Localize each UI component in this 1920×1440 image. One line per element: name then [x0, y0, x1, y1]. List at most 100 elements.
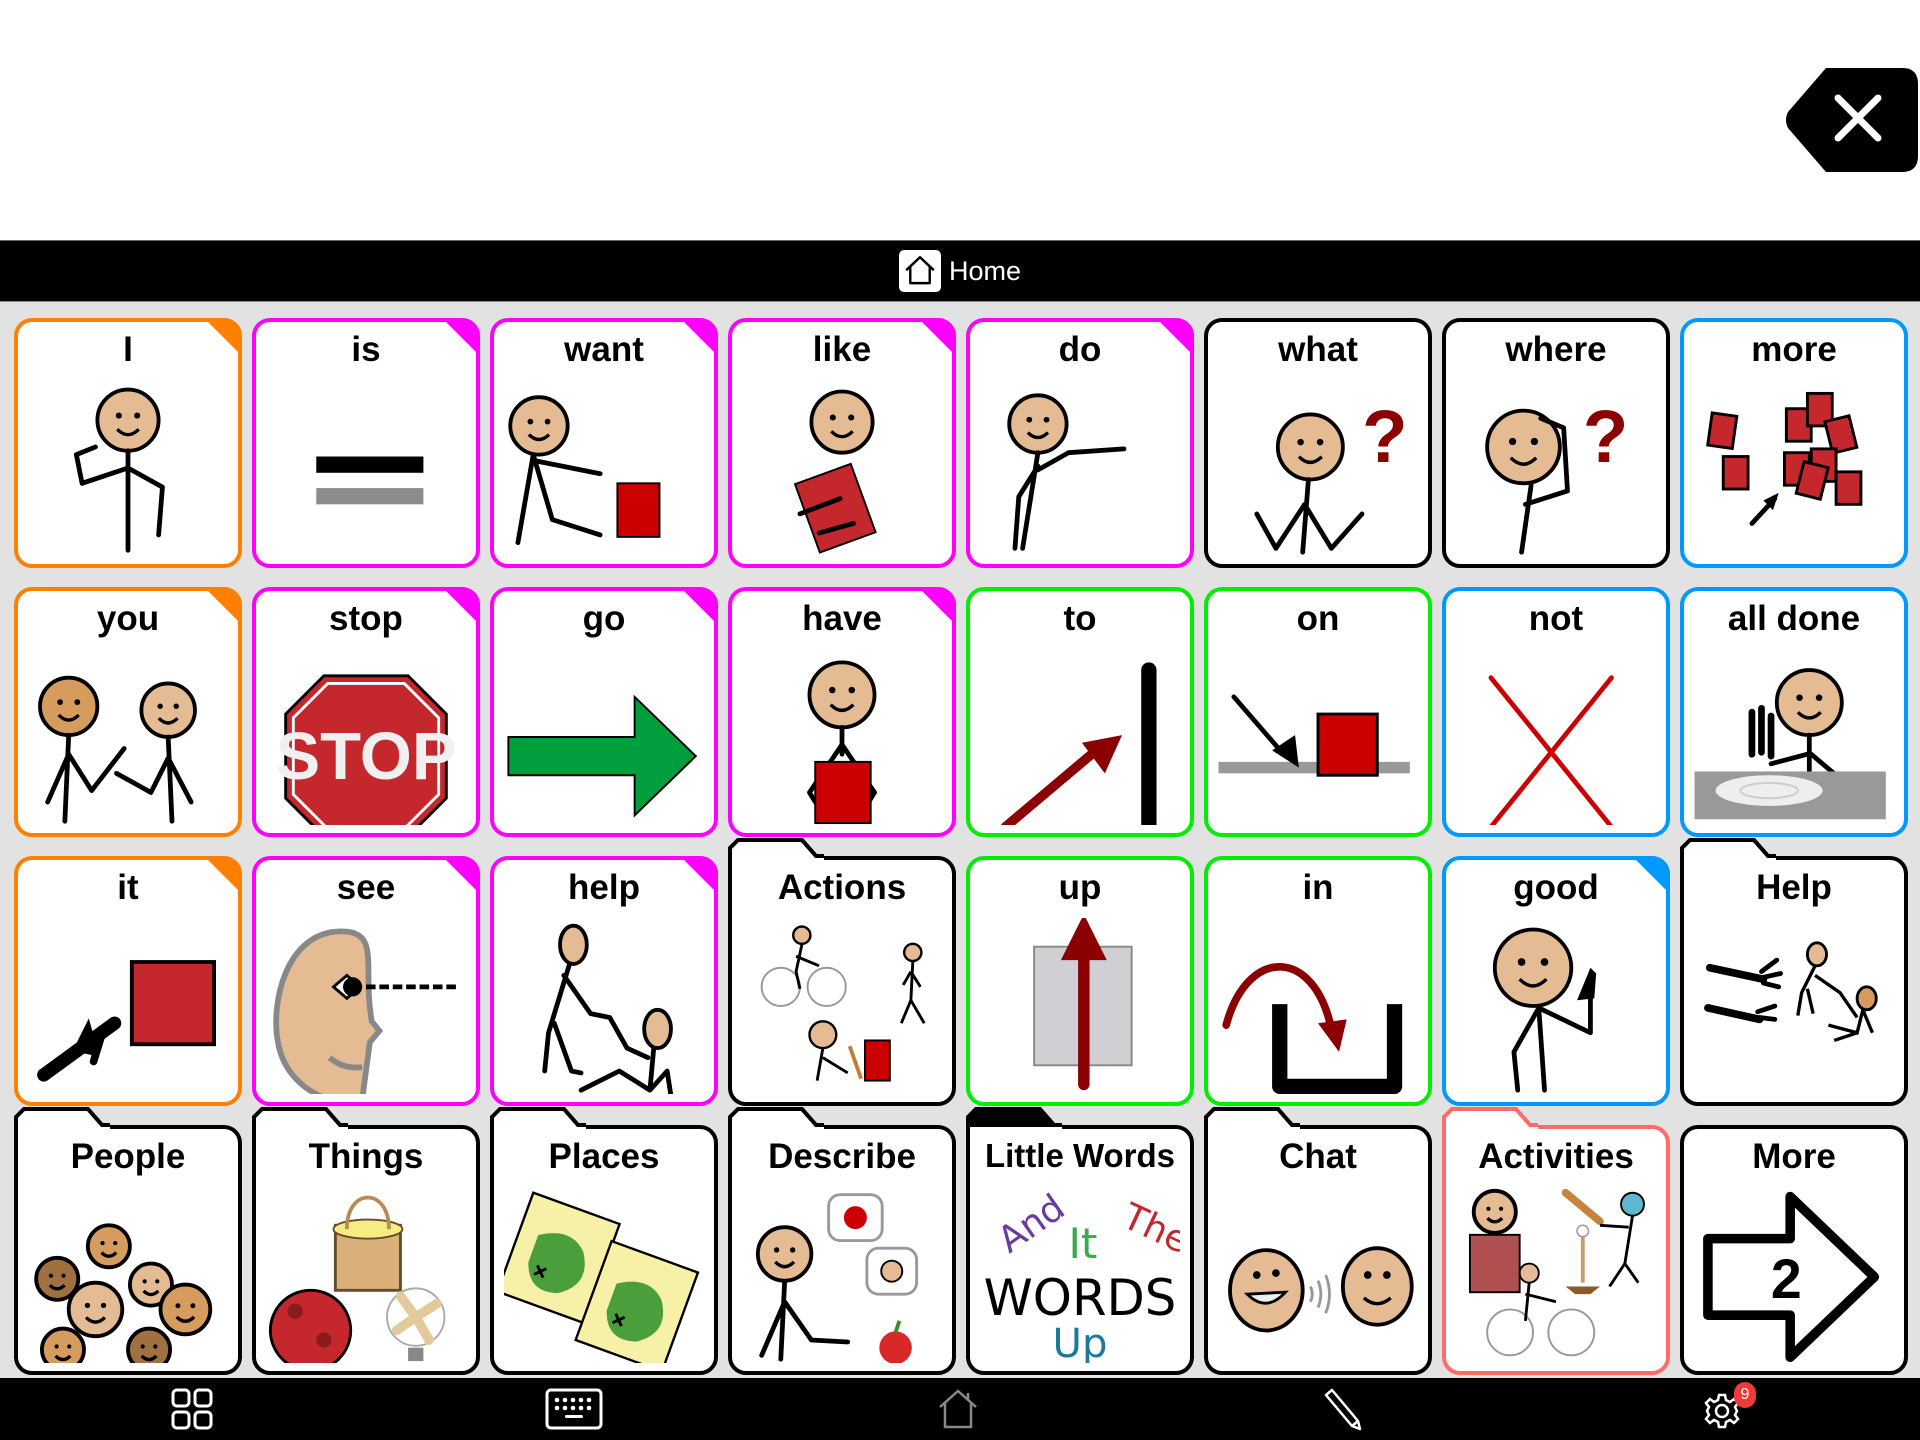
folder-tab — [14, 1107, 110, 1133]
symbol-button-all-done[interactable]: all done — [1680, 587, 1908, 837]
person-shrugging-question-icon: ? — [1218, 380, 1418, 556]
symbol-button-is[interactable]: is — [252, 318, 480, 568]
person-searching-question-icon: ? — [1456, 380, 1656, 556]
symbol-label: People — [70, 1137, 186, 1176]
symbol-label: not — [1528, 599, 1584, 638]
svg-text:STOP: STOP — [275, 719, 456, 794]
person-reaching-box-icon — [504, 380, 704, 556]
symbol-button-want[interactable]: want — [490, 318, 718, 568]
settings-button[interactable]: 9 — [1692, 1382, 1756, 1432]
little-words-icon: And It The WORDS Up — [980, 1185, 1196, 1367]
backspace-clear-icon — [1786, 68, 1918, 172]
clear-message-button[interactable] — [1786, 68, 1918, 172]
symbol-label: more — [1751, 330, 1837, 369]
symbol-label: like — [812, 330, 872, 369]
svg-text:?: ? — [1583, 394, 1629, 478]
symbol-label: is — [351, 330, 381, 369]
symbol-button-good[interactable]: good — [1442, 856, 1670, 1106]
symbol-label: in — [1302, 868, 1334, 907]
symbol-button-help[interactable]: help — [490, 856, 718, 1106]
symbol-button-stop[interactable]: stop STOP — [252, 587, 480, 838]
symbol-button-do[interactable]: do — [966, 318, 1194, 568]
symbol-button-go[interactable]: go — [490, 587, 718, 837]
symbol-label: on — [1296, 599, 1340, 638]
symbol-button-have[interactable]: have — [728, 587, 956, 837]
symbol-button-help[interactable]: Help — [1680, 838, 1908, 1106]
symbol-label: good — [1513, 868, 1599, 907]
person-helping-person-icon — [504, 918, 704, 1099]
folder-tab — [490, 1107, 586, 1133]
symbol-button-more[interactable]: More 2 — [1680, 1125, 1908, 1375]
symbol-label: do — [1058, 330, 1102, 369]
arrow-to-line-icon — [980, 649, 1180, 835]
symbol-button-where[interactable]: where? — [1442, 318, 1670, 568]
symbol-button-see[interactable]: see — [252, 856, 480, 1106]
symbol-label: Activities — [1478, 1137, 1634, 1176]
symbol-label: More — [1752, 1137, 1836, 1176]
symbol-button-actions[interactable]: Actions — [728, 838, 956, 1106]
symbol-label: you — [96, 599, 160, 638]
symbol-label: up — [1058, 868, 1102, 907]
symbol-button-more[interactable]: more — [1680, 318, 1908, 568]
notification-badge: 9 — [1734, 1382, 1756, 1408]
person-finished-plate-icon — [1694, 649, 1894, 825]
keyboard-button[interactable] — [544, 1386, 604, 1432]
word-words: WORDS — [984, 1269, 1177, 1327]
apps-grid-button[interactable] — [162, 1386, 222, 1432]
symbol-button-activities[interactable]: Activities — [1442, 1107, 1670, 1375]
pencil-icon — [1324, 1388, 1362, 1431]
symbol-button-you[interactable]: you — [14, 587, 242, 837]
symbol-button-not[interactable]: not — [1442, 587, 1670, 837]
symbol-button-what[interactable]: what? — [1204, 318, 1432, 568]
symbol-label: want — [564, 330, 644, 369]
symbol-button-to[interactable]: to — [966, 587, 1194, 837]
folder-tab — [252, 1107, 348, 1133]
symbol-label: Describe — [768, 1137, 916, 1176]
word-and: And — [990, 1187, 1073, 1261]
green-arrow-right-icon — [504, 649, 704, 825]
home-breadcrumb[interactable]: Home — [898, 250, 1022, 292]
symbol-button-it[interactable]: it — [14, 856, 242, 1106]
symbol-label: stop — [329, 599, 403, 638]
symbol-button-up[interactable]: up — [966, 856, 1194, 1106]
symbol-label: Chat — [1279, 1137, 1357, 1176]
grid-icon — [171, 1388, 213, 1430]
symbol-button-little-words[interactable]: Little Words And It The WORDS Up — [966, 1107, 1196, 1375]
symbol-button-in[interactable]: in — [1204, 856, 1432, 1106]
symbol-button-places[interactable]: Places — [490, 1107, 718, 1375]
basket-ball-fan-icon — [266, 1187, 466, 1373]
symbol-button-things[interactable]: Things — [252, 1107, 480, 1375]
symbol-button-i[interactable]: I — [14, 318, 242, 568]
symbol-label: Places — [548, 1137, 660, 1176]
symbol-grid: Iis want like do what? where? more you stop STOP g… — [0, 302, 1920, 1378]
symbol-button-describe[interactable]: Describe — [728, 1107, 956, 1375]
home-button[interactable] — [928, 1386, 988, 1432]
folder-tab — [1442, 1107, 1538, 1133]
many-red-boxes-icon — [1694, 380, 1894, 556]
symbol-label: Little Words — [984, 1137, 1176, 1174]
symbol-button-like[interactable]: like — [728, 318, 956, 568]
symbol-label: it — [117, 868, 139, 907]
arrow-up-icon — [980, 914, 1180, 1094]
group-of-faces-icon — [28, 1187, 228, 1373]
keyboard-icon — [545, 1388, 603, 1430]
symbol-label: I — [123, 330, 133, 369]
actions-collage-icon — [742, 918, 942, 1094]
symbol-button-chat[interactable]: Chat — [1204, 1107, 1432, 1375]
treasure-maps-icon — [495, 1187, 704, 1373]
page-number: 2 — [1771, 1248, 1802, 1310]
person-thumbs-up-icon — [1456, 918, 1656, 1094]
page-title: Home — [948, 255, 1022, 286]
message-area[interactable] — [0, 0, 1920, 240]
equals-sign-icon — [266, 380, 466, 556]
symbol-button-people[interactable]: People — [14, 1107, 242, 1375]
symbol-label: what — [1278, 330, 1358, 369]
arrow-onto-surface-icon — [1218, 649, 1418, 825]
person-pointing-self-icon — [28, 380, 228, 556]
symbol-label: Things — [308, 1137, 424, 1176]
navigation-bar: Home — [0, 240, 1920, 302]
symbol-button-on[interactable]: on — [1204, 587, 1432, 837]
help-hands-icon — [1694, 918, 1894, 1094]
home-icon — [939, 1389, 977, 1429]
edit-button[interactable] — [1312, 1386, 1372, 1432]
